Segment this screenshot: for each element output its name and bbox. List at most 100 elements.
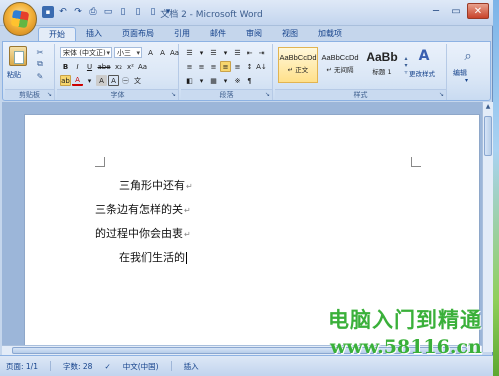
paragraph-mark: ↵ (186, 182, 193, 191)
style-normal[interactable]: AaBbCcDd ↵ 正文 (278, 47, 318, 83)
decrease-indent-icon[interactable]: ⇤ (244, 47, 255, 58)
proofing-icon[interactable]: ✓ (104, 362, 110, 371)
close-button[interactable]: ✕ (467, 3, 489, 19)
font-group: 宋体 (中文正) 小三 A A Aa B I U abe x₂ x² Aa ab… (57, 44, 179, 100)
tab-references[interactable]: 引用 (164, 27, 200, 42)
tab-mailings[interactable]: 邮件 (200, 27, 236, 42)
scroll-up-icon[interactable]: ▲ (483, 102, 493, 112)
tab-review[interactable]: 审阅 (236, 27, 272, 42)
clipboard-launcher-icon[interactable]: ↘ (47, 91, 52, 98)
phonetic-guide-button[interactable]: 文 (132, 75, 143, 86)
shrink-font-icon[interactable]: A (157, 47, 168, 58)
editing-dropdown-icon[interactable]: ▾ (465, 77, 468, 84)
grow-font-icon[interactable]: A (145, 47, 156, 58)
distributed-icon[interactable]: ≡ (232, 61, 243, 72)
superscript-button[interactable]: x² (125, 61, 136, 72)
font-color-buttons: ab A ▾ A A ㊀ 文 (60, 75, 143, 86)
ribbon: 粘贴 ✂ ⧉ ✎ 剪贴板 ↘ 宋体 (中文正) 小三 A A Aa B I U … (2, 41, 491, 101)
doc-line-4: 在我们生活的 (119, 249, 187, 265)
increase-indent-icon[interactable]: ⇥ (256, 47, 267, 58)
style-no-spacing[interactable]: AaBbCcDd ↵ 无间隔 (320, 47, 360, 83)
sort-icon[interactable]: A↓ (256, 61, 267, 72)
char-shading-button[interactable]: A (96, 75, 107, 86)
tab-addins[interactable]: 加载项 (308, 27, 352, 42)
cut-icon[interactable]: ✂ (35, 47, 45, 57)
copy-icon[interactable]: ⧉ (35, 59, 45, 69)
align-right-icon[interactable]: ≡ (208, 61, 219, 72)
status-page[interactable]: 页面: 1/1 (6, 361, 38, 372)
underline-button[interactable]: U (84, 61, 95, 72)
style-heading1[interactable]: AaBb 标题 1 (362, 47, 402, 83)
vertical-scrollbar[interactable]: ▲ (482, 102, 493, 352)
doc-line-3: 的过程中你会由衷↵ (95, 225, 191, 241)
styles-group-label: 样式 (275, 89, 446, 99)
font-style-buttons: B I U abe x₂ x² Aa (60, 61, 148, 72)
bullets-icon[interactable]: ☰ (184, 47, 195, 58)
maximize-button[interactable]: ▭ (447, 3, 465, 19)
paste-button[interactable]: 粘贴 (7, 70, 21, 80)
find-icon[interactable]: ⌕ (459, 47, 477, 65)
font-launcher-icon[interactable]: ↘ (171, 91, 176, 98)
borders-dropdown-icon[interactable]: ▾ (220, 75, 231, 86)
clear-format-icon[interactable]: Aa (169, 47, 180, 58)
line-spacing-icon[interactable]: ↕ (244, 61, 255, 72)
font-group-label: 字体 (57, 89, 178, 99)
shading-icon[interactable]: ◧ (184, 75, 195, 86)
status-separator (170, 361, 172, 371)
clipboard-group: 粘贴 ✂ ⧉ ✎ 剪贴板 ↘ (5, 44, 55, 100)
borders-icon[interactable]: ▦ (208, 75, 219, 86)
highlight-button[interactable]: ab (60, 75, 71, 86)
numbering-dropdown-icon[interactable]: ▾ (220, 47, 231, 58)
list-buttons: ☰ ▾ ☰ ▾ ☰ ⇤ ⇥ (184, 47, 267, 58)
justify-icon[interactable]: ≡ (220, 61, 231, 72)
numbering-icon[interactable]: ☰ (208, 47, 219, 58)
align-buttons: ≡ ≡ ≡ ≡ ≡ ↕ A↓ (184, 61, 267, 72)
office-button[interactable] (3, 2, 37, 36)
office-logo-icon (10, 9, 30, 29)
watermark-url: www.58116.cn (330, 336, 482, 358)
doc-line-3-text: 的过程中你会由衷 (95, 227, 183, 240)
subscript-button[interactable]: x₂ (113, 61, 124, 72)
minimize-button[interactable]: ─ (427, 3, 445, 19)
multilevel-list-icon[interactable]: ☰ (232, 47, 243, 58)
status-mode[interactable]: 插入 (184, 361, 199, 372)
font-color-button[interactable]: A (72, 75, 83, 86)
change-styles-button[interactable]: 更改样式 (409, 68, 435, 78)
status-words[interactable]: 字数: 28 (63, 361, 92, 372)
tab-insert[interactable]: 插入 (76, 27, 112, 42)
italic-button[interactable]: I (72, 61, 83, 72)
paragraph-launcher-icon[interactable]: ↘ (265, 91, 270, 98)
font-color-dropdown-icon[interactable]: ▾ (84, 75, 95, 86)
font-size-select[interactable]: 小三 (114, 47, 142, 58)
status-separator (49, 361, 51, 371)
doc-line-2-text: 三条边有怎样的关 (95, 203, 183, 216)
align-center-icon[interactable]: ≡ (196, 61, 207, 72)
style-heading1-name: 标题 1 (372, 68, 392, 76)
bullets-dropdown-icon[interactable]: ▾ (196, 47, 207, 58)
format-painter-icon[interactable]: ✎ (35, 71, 45, 81)
tab-home[interactable]: 开始 (38, 27, 76, 42)
paste-icon[interactable] (9, 46, 27, 66)
margin-corner-tr (411, 157, 421, 167)
font-name-select[interactable]: 宋体 (中文正) (60, 47, 112, 58)
chinese-layout-icon[interactable]: ※ (232, 75, 243, 86)
style-heading1-sample: AaBb (366, 50, 398, 64)
tab-view[interactable]: 视图 (272, 27, 308, 42)
status-language[interactable]: 中文(中国) (123, 361, 159, 372)
char-border-button[interactable]: A (108, 75, 119, 86)
doc-line-1: 三角形中还有↵ (119, 177, 193, 193)
align-left-icon[interactable]: ≡ (184, 61, 195, 72)
enclose-char-button[interactable]: ㊀ (120, 75, 131, 86)
tab-page-layout[interactable]: 页面布局 (112, 27, 164, 42)
change-styles-icon[interactable]: A (415, 47, 433, 65)
change-case-button[interactable]: Aa (137, 61, 148, 72)
styles-launcher-icon[interactable]: ↘ (439, 91, 444, 98)
bold-button[interactable]: B (60, 61, 71, 72)
shading-dropdown-icon[interactable]: ▾ (196, 75, 207, 86)
paragraph-mark: ↵ (184, 206, 191, 215)
style-no-spacing-sample: AaBbCcDd (321, 53, 359, 62)
show-marks-icon[interactable]: ¶ (244, 75, 255, 86)
title-bar: ▪ ↶ ↷ ⎙ ▭ ▯ ▯ ▯ ▾ 文档 2 - Microsoft Word … (0, 0, 493, 26)
strikethrough-button[interactable]: abe (96, 61, 112, 72)
vertical-scroll-thumb[interactable] (484, 116, 492, 156)
